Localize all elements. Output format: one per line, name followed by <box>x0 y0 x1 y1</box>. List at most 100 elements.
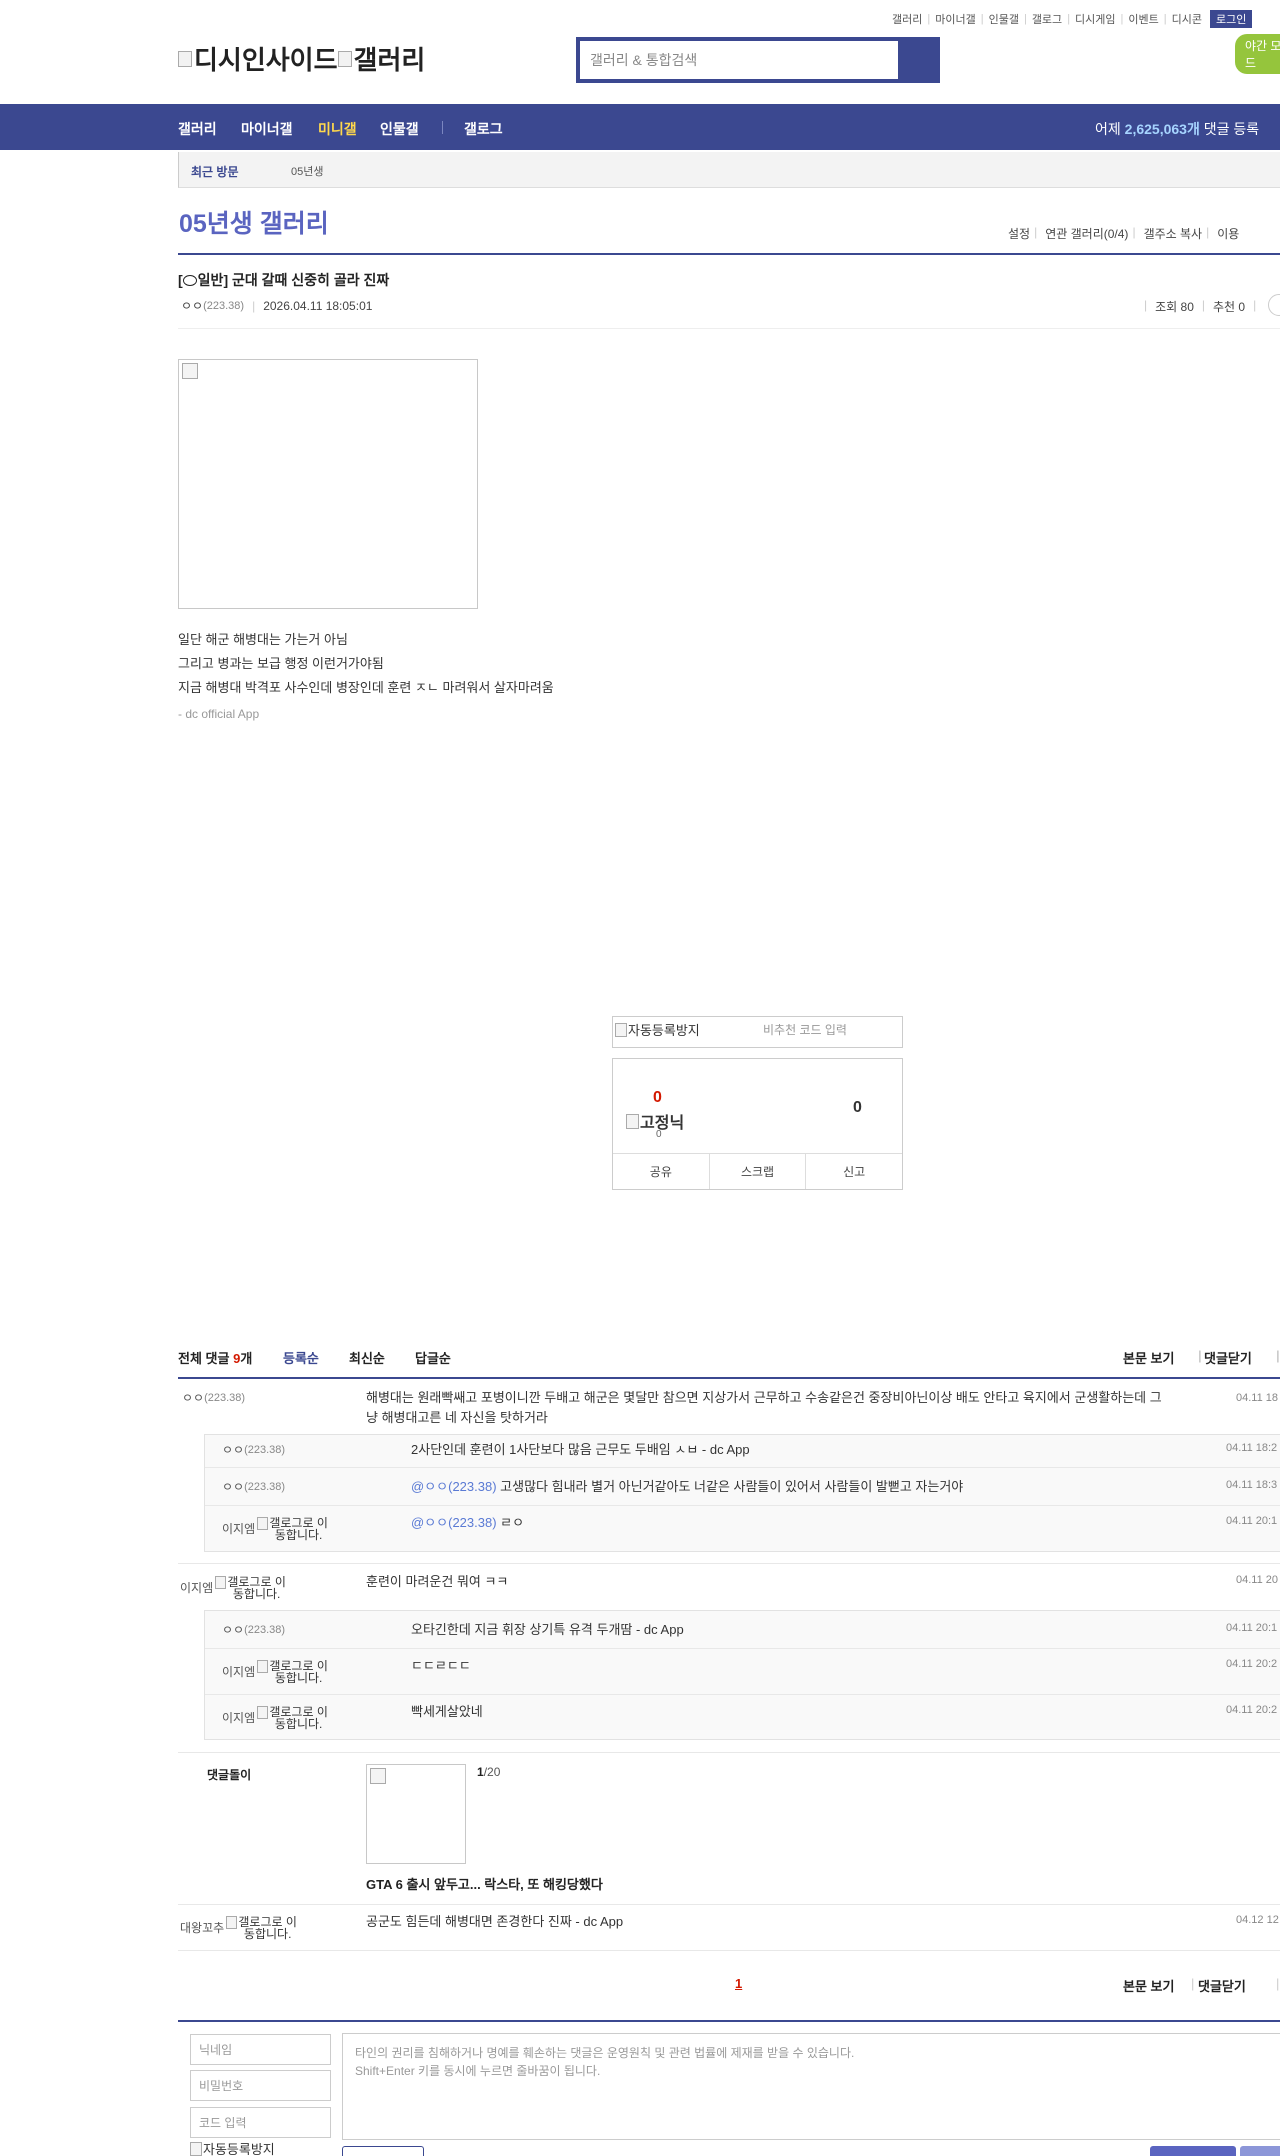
view-post-button-bottom[interactable]: 본문 보기 <box>1123 1976 1174 1995</box>
reply-ip: (223.38) <box>244 1444 286 1456</box>
night-mode-toggle[interactable]: 야간 모드 <box>1235 34 1280 74</box>
reply-item: 이지엠 갤로그로 이동합니다. 빡세게살았네 04.11 20:2 <box>178 1704 1280 1734</box>
util-link-dccon[interactable]: 디시콘 <box>1172 11 1202 27</box>
reply-date: 04.11 20:1 <box>1226 1515 1278 1527</box>
comment-nick: ㅇㅇ <box>182 1391 205 1405</box>
post-body-line: 지금 해병대 박격포 사수인데 병장인데 훈련 ㅈㄴ 마려워서 살자마려움 <box>178 680 554 695</box>
util-link-gallog[interactable]: 갤로그 <box>1032 11 1062 27</box>
nav-gallery[interactable]: 갤러리 <box>178 119 217 139</box>
comment-divider <box>178 1563 1280 1564</box>
gallery-title[interactable]: 05년생 갤러리 <box>179 204 329 240</box>
divider: | <box>1163 13 1167 25</box>
share-button[interactable]: 공유 <box>613 1154 710 1189</box>
reply-divider <box>205 1648 1280 1649</box>
downvote-code-input[interactable] <box>763 1023 893 1037</box>
gallog-link-icon[interactable]: 갤로그로 이동합니다. <box>215 1576 287 1600</box>
dcbot-headline[interactable]: GTA 6 출시 앞두고... 락스타, 또 해킹당했다 <box>366 1874 603 1893</box>
sort-by-replies[interactable]: 답글순 <box>415 1348 451 1367</box>
comment-author[interactable]: ㅇㅇ (223.38) <box>182 1392 245 1405</box>
login-button[interactable]: 로그인 <box>1210 10 1253 28</box>
reply-nick: ㅇㅇ <box>222 1443 245 1457</box>
password-input[interactable] <box>190 2070 331 2101</box>
sort-by-registration[interactable]: 등록순 <box>283 1348 319 1367</box>
comments-total: 전체 댓글 9개 <box>178 1348 252 1367</box>
gallog-link-icon[interactable]: 갤로그로 이동합니다. <box>257 1660 329 1684</box>
post-meta: ㅇㅇ (223.38) | 2026.04.11 18:05:01 <box>181 297 372 314</box>
broken-image-icon <box>178 50 192 67</box>
gallog-alt-text: 갤로그로 이동합니다. <box>269 1705 328 1731</box>
close-comments-button[interactable]: 댓글닫기 <box>1198 1348 1252 1367</box>
report-button[interactable]: 신고 <box>806 1154 902 1189</box>
stat-count: 2,625,063개 <box>1124 121 1200 137</box>
util-link-dcgame[interactable]: 디시게임 <box>1075 11 1115 27</box>
downvote-count[interactable]: 0 <box>853 1099 862 1117</box>
close-comments-button-bottom[interactable]: 댓글닫기 <box>1198 1976 1246 1995</box>
related-gallery-link[interactable]: 연관 갤러리(0/4) <box>1045 225 1128 242</box>
gallog-link-icon[interactable]: 갤로그로 이동합니다. <box>226 1916 298 1940</box>
util-link-minor[interactable]: 마이너갤 <box>935 11 975 27</box>
reply-mention[interactable]: @ㅇㅇ(223.38) <box>411 1479 497 1494</box>
scrap-button[interactable]: 스크랩 <box>710 1154 807 1189</box>
recent-gallery-link[interactable]: 05년생 <box>291 163 323 179</box>
gallery-menu: 설정 | 연관 갤러리(0/4) | 갤주소 복사 | 이용 <box>1008 225 1239 242</box>
submit-button[interactable] <box>1150 2146 1236 2156</box>
nav-person-gallery[interactable]: 인물갤 <box>380 119 419 139</box>
nav-mini-gallery[interactable]: 미니갤 <box>318 119 357 139</box>
sort-by-latest[interactable]: 최신순 <box>349 1348 385 1367</box>
reply-author[interactable]: 이지엠 갤로그로 이동합니다. <box>222 1706 329 1730</box>
speech-bubble-icon <box>182 274 197 286</box>
recent-visits-label[interactable]: 최근 방문 <box>191 163 239 180</box>
reply-author[interactable]: ㅇㅇ (223.38) <box>222 1481 285 1494</box>
reply-author[interactable]: 이지엠 갤로그로 이동합니다. <box>222 1517 329 1541</box>
nickname-input[interactable] <box>190 2034 331 2065</box>
recommend-count[interactable]: 0 <box>653 1089 662 1107</box>
reply-text: 빡세게살았네 <box>411 1704 483 1719</box>
fixed-nick-label: 고정닉 <box>640 1115 685 1132</box>
post-options-button[interactable] <box>1268 294 1280 316</box>
broken-image-icon <box>226 1916 238 1929</box>
reply-date: 04.11 20:1 <box>1226 1622 1278 1634</box>
dcbot-page-indicator: 1/20 <box>477 1765 500 1779</box>
comment-notice-line: Shift+Enter 키를 동시에 누르면 줄바꿈이 됩니다. <box>355 2064 601 2078</box>
nav-gallog[interactable]: 갤로그 <box>464 119 503 139</box>
post-author[interactable]: ㅇㅇ <box>181 297 203 314</box>
reply-divider <box>205 1505 1280 1506</box>
divider: | <box>1276 1976 1280 1991</box>
reply-ip: (223.38) <box>244 1624 286 1636</box>
reply-item: 이지엠 갤로그로 이동합니다. @ㅇㅇ(223.38) ㄹㅇ 04.11 20:1 <box>178 1515 1280 1545</box>
comment-nick: 이지엠 <box>180 1581 214 1595</box>
search-input[interactable] <box>580 41 898 79</box>
submit-secondary-button[interactable] <box>1240 2146 1280 2156</box>
dcbot-news-image[interactable] <box>366 1764 466 1864</box>
gallog-link-icon[interactable]: 갤로그로 이동합니다. <box>257 1706 329 1730</box>
divider: | <box>1132 225 1136 239</box>
nav-minor-gallery[interactable]: 마이너갤 <box>241 119 293 139</box>
copy-gallery-url-link[interactable]: 갤주소 복사 <box>1144 225 1203 242</box>
gallog-link-icon[interactable]: 갤로그로 이동합니다. <box>257 1517 329 1541</box>
reply-divider <box>205 1467 1280 1468</box>
util-link-gallery[interactable]: 갤러리 <box>892 11 922 27</box>
comment-author[interactable]: 이지엠 갤로그로 이동합니다. <box>180 1576 287 1600</box>
reply-author[interactable]: ㅇㅇ (223.38) <box>222 1624 285 1637</box>
post-category: 일반 <box>197 272 224 288</box>
comment-textarea[interactable]: 타인의 권리를 침해하거나 명예를 훼손하는 댓글은 운영원칙 및 관련 법률에… <box>342 2033 1280 2140</box>
search-box <box>576 37 940 83</box>
search-button[interactable] <box>898 41 936 79</box>
view-post-button[interactable]: 본문 보기 <box>1123 1348 1174 1367</box>
reply-author[interactable]: ㅇㅇ (223.38) <box>222 1444 285 1457</box>
usage-link[interactable]: 이용 <box>1217 225 1239 242</box>
comment-author[interactable]: 대왕꼬추 갤로그로 이동합니다. <box>180 1916 298 1940</box>
reply-mention[interactable]: @ㅇㅇ(223.38) <box>411 1515 497 1530</box>
reply-author[interactable]: 이지엠 갤로그로 이동합니다. <box>222 1660 329 1684</box>
post-image[interactable] <box>178 359 478 609</box>
stat-prefix: 어제 <box>1095 121 1121 137</box>
comment-page-current[interactable]: 1 <box>735 1976 742 1991</box>
write-left-button[interactable] <box>342 2146 424 2156</box>
util-link-event[interactable]: 이벤트 <box>1128 11 1158 27</box>
post-title-prefix: [ <box>178 272 183 288</box>
gallery-settings-link[interactable]: 설정 <box>1008 225 1030 242</box>
captcha-code-input[interactable] <box>190 2107 331 2138</box>
site-logo[interactable]: 디시인사이드 갤러리 <box>178 40 425 77</box>
util-link-person[interactable]: 인물갤 <box>989 11 1019 27</box>
comment-notice-line: 타인의 권리를 침해하거나 명예를 훼손하는 댓글은 운영원칙 및 관련 법률에… <box>355 2046 855 2060</box>
